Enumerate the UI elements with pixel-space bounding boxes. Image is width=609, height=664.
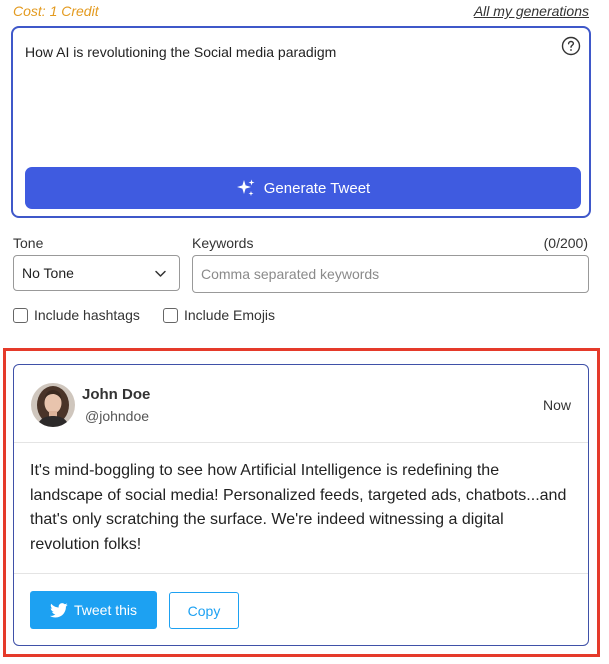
keywords-input[interactable] [192, 255, 589, 293]
tweet-user-name: John Doe [82, 386, 151, 403]
include-hashtags-checkbox[interactable]: Include hashtags [13, 307, 140, 323]
keywords-count: (0/200) [543, 235, 588, 251]
tweet-preview-card: John Doe @johndoe Now It's mind-boggling… [13, 364, 589, 646]
tone-label: Tone [13, 235, 44, 251]
tone-selected-value: No Tone [22, 265, 74, 281]
include-hashtags-label: Include hashtags [34, 307, 140, 323]
chevron-down-icon [155, 270, 166, 277]
tweet-timestamp: Now [542, 397, 571, 413]
prompt-text[interactable]: How AI is revolutioning the Social media… [25, 44, 336, 60]
copy-button[interactable]: Copy [169, 592, 239, 629]
twitter-bird-icon [49, 602, 68, 617]
divider [14, 573, 588, 574]
prompt-textarea[interactable]: How AI is revolutioning the Social media… [11, 26, 591, 218]
cost-label: Cost: 1 Credit [13, 3, 99, 19]
generate-tweet-button[interactable]: Generate Tweet [25, 167, 581, 209]
tweet-text: It's mind-boggling to see how Artificial… [30, 462, 567, 553]
tweet-this-button[interactable]: Tweet this [30, 591, 157, 629]
hashtags-checkbox-box[interactable] [13, 307, 28, 323]
tone-select[interactable]: No Tone [13, 255, 180, 291]
include-emojis-label: Include Emojis [184, 307, 276, 323]
generate-tweet-label: Generate Tweet [263, 179, 371, 197]
tweet-user-handle: @johndoe [85, 408, 150, 424]
sparkle-icon [236, 179, 255, 196]
avatar [31, 383, 75, 427]
question-circle-icon[interactable] [561, 36, 581, 56]
all-generations-link[interactable]: All my generations [474, 3, 589, 19]
emojis-checkbox-box[interactable] [163, 307, 178, 323]
include-emojis-checkbox[interactable]: Include Emojis [163, 307, 275, 323]
divider [14, 442, 588, 443]
tweet-this-label: Tweet this [73, 602, 138, 618]
keywords-label: Keywords [192, 235, 254, 251]
